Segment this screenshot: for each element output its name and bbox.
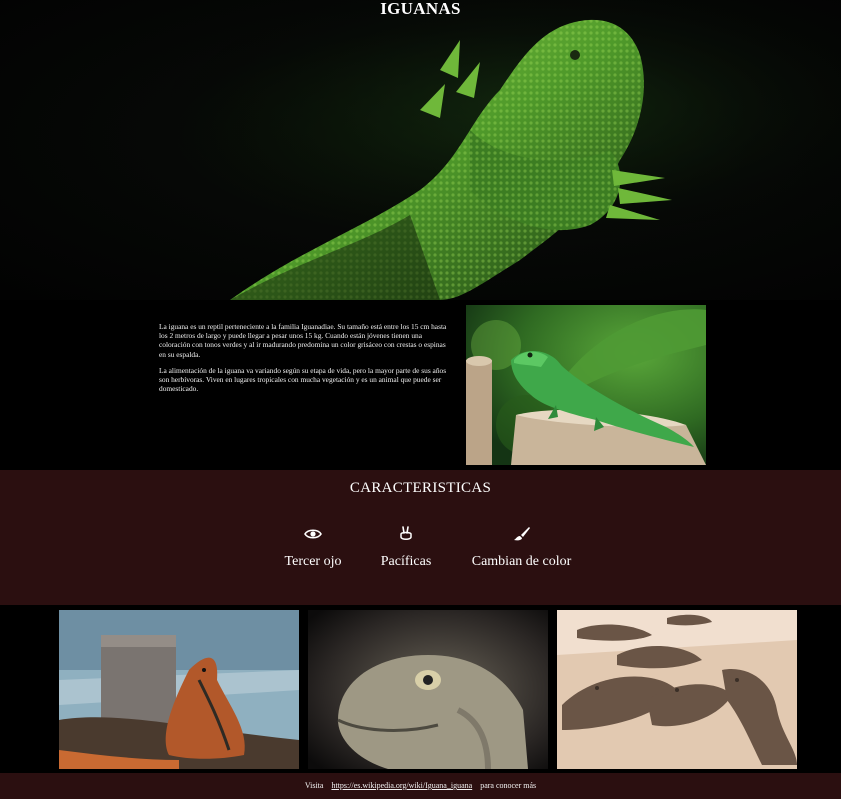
feature-label: Tercer ojo — [284, 554, 342, 569]
photo-gallery — [0, 605, 841, 773]
footer-prefix: Visita — [304, 781, 324, 790]
feature-peaceful: Pacíficas — [380, 526, 432, 570]
feature-third-eye: Tercer ojo — [284, 526, 342, 570]
peace-hand-icon — [400, 526, 412, 540]
feature-label: Cambian de color — [471, 554, 572, 569]
about-paragraph: La iguana es un reptil perteneciente a l… — [159, 322, 447, 359]
iguana-on-stump-image — [466, 305, 706, 465]
wikipedia-link[interactable]: https://es.wikipedia.org/wiki/Iguana_igu… — [331, 781, 472, 790]
eye-icon — [304, 529, 322, 539]
hero-iguana-image — [0, 0, 841, 300]
hero-banner: IGUANAS — [0, 0, 841, 300]
features-title: CARACTERISTICAS — [349, 480, 492, 496]
gallery-image-iguana-head — [308, 610, 548, 769]
page-title: IGUANAS — [380, 0, 461, 18]
footer: Visita https://es.wikipedia.org/wiki/Igu… — [0, 773, 841, 799]
about-section: La iguana es un reptil perteneciente a l… — [0, 300, 841, 470]
feature-color-change: Cambian de color — [471, 526, 572, 570]
about-text: La iguana es un reptil perteneciente a l… — [159, 322, 449, 400]
paint-brush-icon — [513, 527, 530, 541]
gallery-image-iguana-shore — [59, 610, 299, 769]
feature-label: Pacíficas — [380, 554, 432, 569]
footer-suffix: para conocer más — [480, 781, 537, 790]
about-paragraph: La alimentación de la iguana va variando… — [159, 365, 447, 394]
features-section: CARACTERISTICAS Tercer ojo Pacíficas Cam… — [0, 470, 841, 605]
gallery-image-iguanas-beach — [557, 610, 797, 769]
